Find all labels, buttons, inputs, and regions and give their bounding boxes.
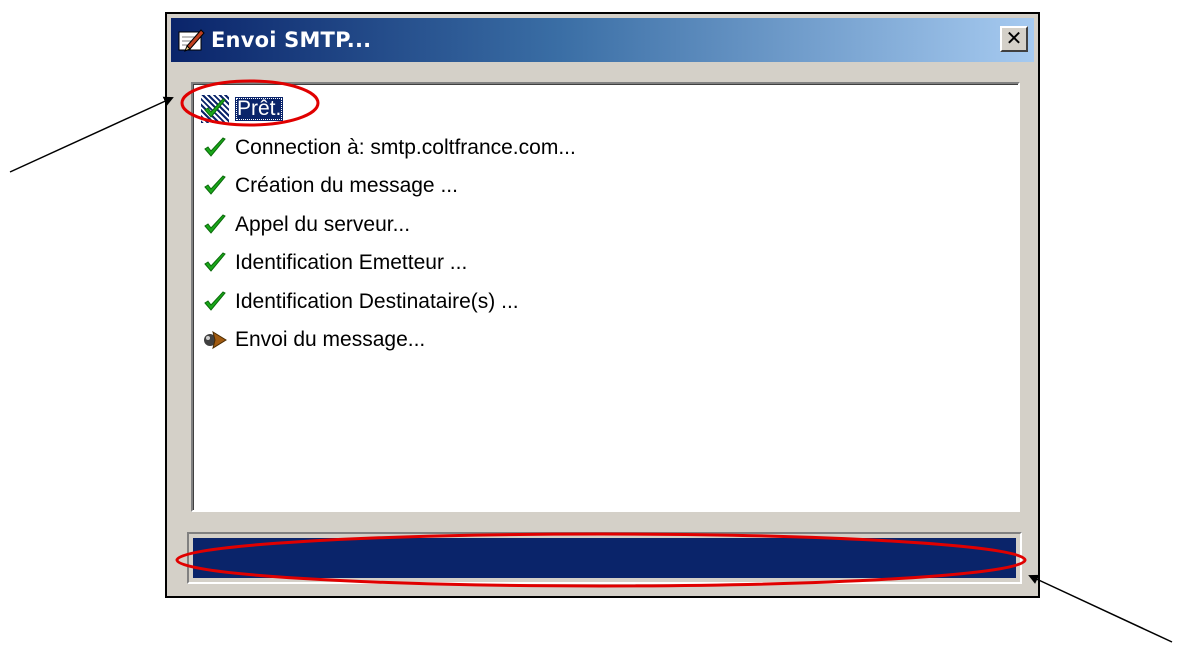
stage: Envoi SMTP... ✕ Prêt. Connection à: smtp.… — [0, 0, 1181, 650]
log-item[interactable]: Création du message ... — [201, 167, 576, 206]
log-item[interactable]: Connection à: smtp.coltfrance.com... — [201, 129, 576, 168]
log-item-label: Création du message ... — [235, 174, 458, 198]
log-item[interactable]: Identification Emetteur ... — [201, 244, 576, 283]
log-item[interactable]: Envoi du message... — [201, 321, 576, 360]
log-items: Prêt. Connection à: smtp.coltfrance.com..… — [201, 90, 576, 360]
close-button[interactable]: ✕ — [1000, 26, 1028, 52]
log-item-label: Connection à: smtp.coltfrance.com... — [235, 135, 576, 159]
checkmark-icon — [201, 249, 229, 277]
log-item-label: Envoi du message... — [235, 328, 426, 352]
close-icon: ✕ — [1005, 28, 1023, 50]
log-item-label: Appel du serveur... — [235, 212, 411, 236]
app-icon — [177, 26, 205, 54]
progress-bar — [187, 532, 1022, 584]
checkmark-icon — [201, 172, 229, 200]
checkmark-icon — [201, 95, 229, 124]
sending-arrow-icon — [201, 326, 229, 354]
checkmark-icon — [201, 134, 229, 162]
log-item[interactable]: Prêt. — [201, 90, 576, 129]
log-item[interactable]: Identification Destinataire(s) ... — [201, 283, 576, 322]
annotation-arrow-ready — [9, 96, 174, 173]
log-item[interactable]: Appel du serveur... — [201, 206, 576, 245]
window-title: Envoi SMTP... — [211, 28, 372, 52]
log-item-label: Prêt. — [235, 97, 284, 122]
annotation-arrow-progress — [1028, 574, 1173, 643]
status-log-list[interactable]: Prêt. Connection à: smtp.coltfrance.com..… — [191, 82, 1020, 512]
log-item-label: Identification Destinataire(s) ... — [235, 289, 519, 313]
checkmark-icon — [201, 211, 229, 239]
smtp-dialog-window: Envoi SMTP... ✕ Prêt. Connection à: smtp.… — [165, 12, 1040, 598]
checkmark-icon — [201, 288, 229, 316]
title-bar[interactable]: Envoi SMTP... ✕ — [171, 18, 1034, 62]
log-item-label: Identification Emetteur ... — [235, 251, 468, 275]
progress-fill — [193, 538, 1016, 578]
